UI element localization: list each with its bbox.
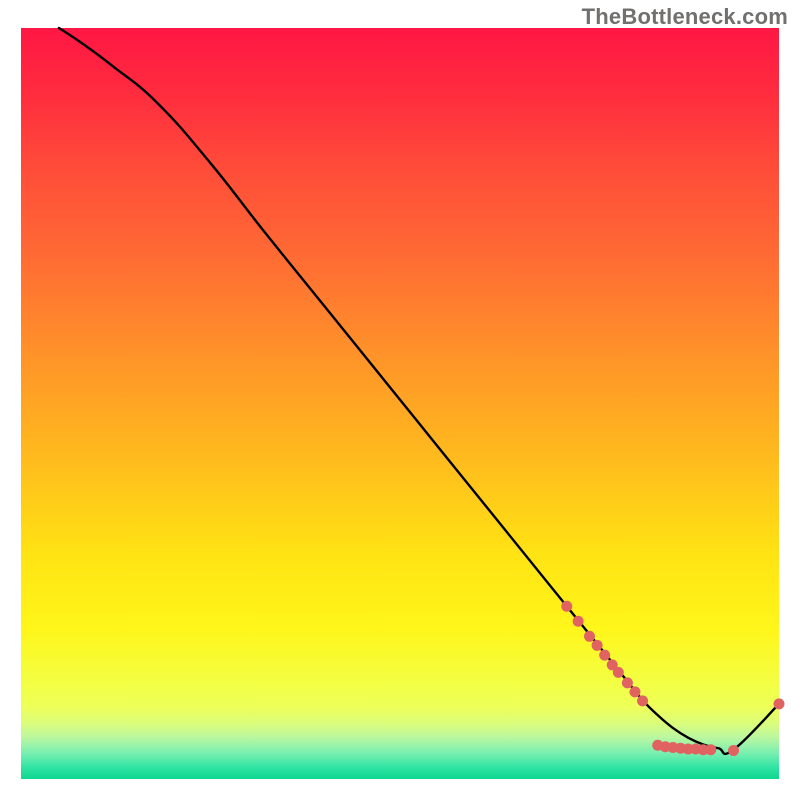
watermark-text: TheBottleneck.com <box>582 4 788 30</box>
data-point <box>728 745 739 756</box>
data-point <box>592 640 603 651</box>
chart-container: TheBottleneck.com <box>0 0 800 800</box>
data-point <box>599 650 610 661</box>
chart-svg <box>0 0 800 800</box>
data-point <box>637 695 648 706</box>
data-point <box>584 631 595 642</box>
data-point <box>629 686 640 697</box>
data-point <box>573 616 584 627</box>
data-point <box>705 744 716 755</box>
data-point <box>622 677 633 688</box>
data-point <box>613 667 624 678</box>
data-point <box>774 698 785 709</box>
plot-background <box>21 28 779 779</box>
data-point <box>561 601 572 612</box>
